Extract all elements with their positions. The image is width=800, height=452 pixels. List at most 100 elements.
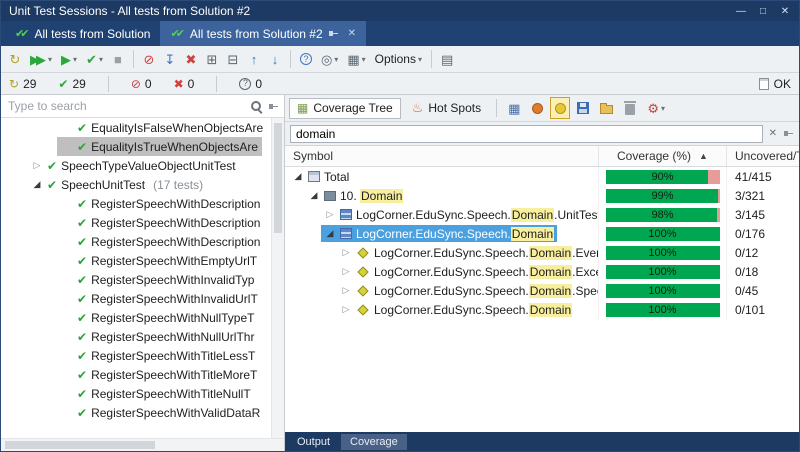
test-row[interactable]: ✔ RegisterSpeechWithInvalidTyp — [1, 270, 271, 289]
export-icon[interactable]: ▤ — [437, 48, 457, 70]
expand-icon[interactable]: ▷ — [340, 285, 352, 296]
append-tests-icon[interactable]: ↧ — [160, 48, 180, 70]
add-session-icon[interactable]: ⊞ — [202, 48, 222, 70]
status-ok: OK — [758, 77, 791, 91]
test-label: RegisterSpeechWithNullTypeT — [91, 310, 255, 325]
session-tab[interactable]: ✔✔ All tests from Solution #2 ✕ — [160, 21, 367, 46]
test-row[interactable]: ✔ EqualityIsTrueWhenObjectsAre — [1, 137, 271, 156]
options-button[interactable]: Options ▾ — [371, 48, 426, 70]
collapse-icon[interactable]: ◢ — [308, 190, 320, 201]
coverage-percent: 98% — [651, 208, 674, 221]
pin-icon[interactable] — [268, 101, 279, 112]
test-passed-icon: ✔ — [77, 234, 88, 249]
group-by-icon[interactable]: ◎ ▾ — [317, 48, 342, 70]
statistics-icon[interactable]: ▦ — [504, 97, 524, 119]
session-tab[interactable]: ✔✔ All tests from Solution — [5, 21, 160, 46]
titlebar: Unit Test Sessions - All tests from Solu… — [1, 1, 799, 21]
test-row[interactable]: ✔ RegisterSpeechWithTitleMoreT — [1, 365, 271, 384]
test-row[interactable]: ✔ EqualityIsFalseWhenObjectsAre — [1, 118, 271, 137]
test-row[interactable]: ◢ ✔ SpeechUnitTest (17 tests) — [1, 175, 271, 194]
test-row[interactable]: ✔ RegisterSpeechWithNullTypeT — [1, 308, 271, 327]
close-tab-icon[interactable]: ✕ — [348, 28, 356, 39]
window-title: Unit Test Sessions - All tests from Solu… — [9, 4, 251, 18]
coverage-row[interactable]: ▷ LogCorner.EduSync.Speech.Domain 100% 0/10… — [285, 300, 799, 319]
column-header-symbol[interactable]: Symbol — [285, 146, 599, 166]
coverage-row[interactable]: ▷ LogCorner.EduSync.Speech.Domain.UnitTes… — [285, 205, 799, 224]
test-passed-icon: ✔ — [77, 329, 88, 344]
coverage-row[interactable]: ◢ Total 90% 41/415 — [285, 167, 799, 186]
test-row[interactable]: ✔ RegisterSpeechWithInvalidUrlT — [1, 289, 271, 308]
test-row[interactable]: ✔ RegisterSpeechWithValidDataR — [1, 403, 271, 422]
expand-icon[interactable]: ▷ — [340, 266, 352, 277]
bottom-tab-output[interactable]: Output — [288, 434, 339, 450]
search-row — [1, 95, 284, 118]
coverage-row[interactable]: ▷ LogCorner.EduSync.Speech.Domain.Event 10… — [285, 243, 799, 262]
coverage-bar: 98% — [605, 207, 720, 222]
maximize-button[interactable]: □ — [753, 3, 773, 19]
test-row[interactable]: ✔ RegisterSpeechWithNullUrlThr — [1, 327, 271, 346]
expand-icon[interactable]: ▷ — [324, 209, 336, 220]
expand-icon[interactable]: ▷ — [340, 304, 352, 315]
coverage-bar: 99% — [605, 188, 720, 203]
previous-test-icon[interactable]: ↑ — [244, 48, 264, 70]
scrollbar-thumb[interactable] — [5, 441, 155, 449]
search-input[interactable] — [6, 98, 245, 114]
rerun-tests-icon[interactable]: ↻ — [5, 48, 25, 70]
search-icon[interactable] — [250, 100, 263, 113]
minimize-button[interactable]: — — [731, 3, 751, 19]
close-button[interactable]: ✕ — [775, 3, 795, 19]
uncovered-cell: 3/321 — [735, 188, 766, 203]
coverage-row[interactable]: ▷ LogCorner.EduSync.Speech.Domain.Excep 10… — [285, 262, 799, 281]
save-coverage-icon[interactable] — [573, 97, 593, 119]
test-row[interactable]: ✔ RegisterSpeechWithDescription — [1, 194, 271, 213]
status-inconclusive-value: 0 — [255, 76, 263, 91]
highlight-coverage-icon[interactable] — [550, 97, 571, 119]
collapse-icon[interactable]: ◢ — [31, 179, 43, 190]
expand-icon[interactable]: ▷ — [31, 160, 43, 171]
coverage-filter-input[interactable] — [290, 124, 763, 143]
delete-coverage-icon[interactable] — [620, 97, 640, 119]
open-coverage-icon[interactable] — [596, 97, 617, 119]
session-tab-label: All tests from Solution #2 — [189, 26, 323, 41]
clear-filter-icon[interactable]: ✕ — [769, 128, 777, 139]
scrollbar-thumb[interactable] — [274, 123, 282, 233]
run-selected-tests-icon[interactable]: ▶ ▾ — [57, 48, 81, 70]
highlight-risks-icon[interactable] — [527, 97, 547, 119]
stop-icon[interactable]: ■ — [108, 48, 128, 70]
pin-icon[interactable] — [328, 28, 339, 39]
collapse-icon[interactable]: ◢ — [324, 228, 336, 239]
vertical-scrollbar[interactable] — [271, 118, 284, 438]
status-failed-value: 0 — [144, 76, 152, 91]
test-toolbar: ↻ ▶▶ ▾ ▶ ▾ ✔ ▾ ■ ⊘ ↧ ✖ ⊞ ⊟ ↑ ↓? ◎ ▾ ▦ ▾ Options ▾ ▤ — [1, 46, 799, 73]
horizontal-scrollbar[interactable] — [1, 438, 284, 451]
test-row[interactable]: ✔ RegisterSpeechWithDescription — [1, 213, 271, 232]
rerun-failed-tests-icon[interactable]: ✔ ▾ — [82, 48, 107, 70]
coverage-row[interactable]: ◢ LogCorner.EduSync.Speech.Domain 100% 0/17… — [285, 224, 799, 243]
bottom-tab-coverage[interactable]: Coverage — [341, 433, 407, 450]
coverage-row[interactable]: ▷ LogCorner.EduSync.Speech.Domain.Speec 10… — [285, 281, 799, 300]
remove-tests-icon[interactable]: ✖ — [181, 48, 201, 70]
abort-icon[interactable]: ⊘ — [139, 48, 159, 70]
test-row[interactable]: ▷ ✔ SpeechTypeValueObjectUnitTest — [1, 156, 271, 175]
expand-icon[interactable]: ▷ — [340, 247, 352, 258]
inconclusive-filter-icon[interactable]: ? — [296, 48, 316, 70]
test-row[interactable]: ✔ RegisterSpeechWithTitleLessT — [1, 346, 271, 365]
tab-hot-spots[interactable]: ♨ Hot Spots — [404, 98, 489, 119]
test-row[interactable]: ✔ RegisterSpeechWithEmptyUrlT — [1, 251, 271, 270]
pin-icon[interactable] — [783, 128, 794, 139]
next-test-icon[interactable]: ↓ — [265, 48, 285, 70]
collapse-icon[interactable]: ◢ — [292, 171, 304, 182]
test-row[interactable]: ✔ RegisterSpeechWithTitleNullT — [1, 384, 271, 403]
test-row[interactable]: ✔ RegisterSpeechWithDescription — [1, 232, 271, 251]
run-all-tests-icon[interactable]: ▶▶ ▾ — [26, 48, 56, 70]
column-header-uncovered[interactable]: Uncovered/Tota — [727, 146, 799, 166]
coverage-row[interactable]: ◢ 10. Domain 99% 3/321 — [285, 186, 799, 205]
tab-coverage-tree[interactable]: ▦ Coverage Tree — [289, 97, 401, 119]
toolbar-separator — [289, 50, 291, 68]
test-label: SpeechTypeValueObjectUnitTest — [61, 158, 236, 173]
configure-highlighting-icon[interactable]: ⚙ ▾ — [643, 97, 669, 119]
column-header-coverage[interactable]: Coverage (%) ▲ — [599, 146, 727, 166]
status-total: ↻ 29 — [9, 77, 36, 91]
columns-icon[interactable]: ▦ ▾ — [343, 48, 369, 70]
close-session-icon[interactable]: ⊟ — [223, 48, 243, 70]
